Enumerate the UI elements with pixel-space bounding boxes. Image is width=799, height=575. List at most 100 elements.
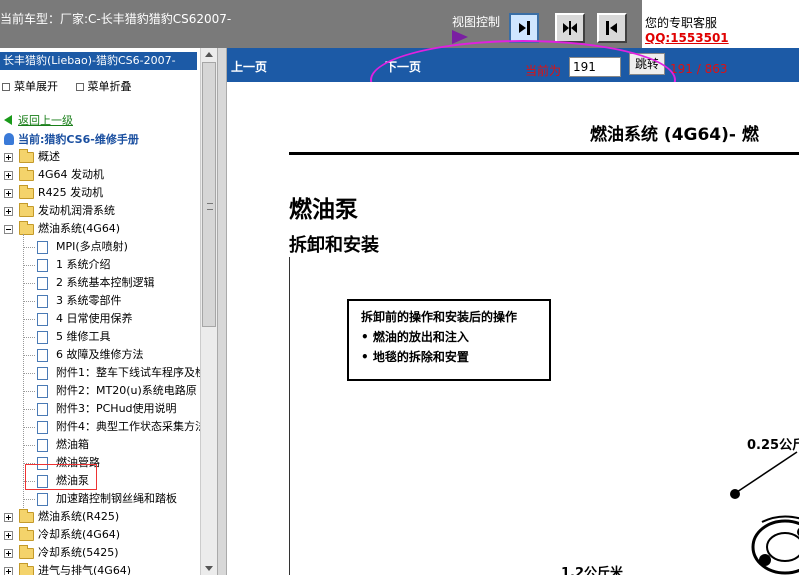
menu-collapse-button[interactable]: 菜单折叠 [88,80,132,93]
tree-item-label: 6 故障及维修方法 [56,348,144,361]
tree-folder-item[interactable]: 冷却系统(4G64) [0,526,200,544]
sidebar-scrollbar[interactable] [200,48,217,575]
expand-toggle-icon[interactable] [4,549,13,558]
current-manual: 当前:猎豹CS6-维修手册 [4,131,139,147]
tree-item-label: 5 维修工具 [56,330,111,343]
document-icon [37,493,48,506]
view-control-label: 视图控制 [452,15,501,29]
service-label: 您的专职客服 [645,16,718,30]
tree-item-label: R425 发动机 [38,186,104,199]
document-icon [37,349,48,362]
scroll-thumb[interactable] [202,62,216,327]
expand-toggle-icon[interactable] [4,153,13,162]
fuel-pump-drawing [730,451,799,575]
tree-doc-item[interactable]: 5 维修工具 [0,328,200,346]
tree-item-label: 发动机润滑系统 [38,204,115,217]
margin-rule [289,257,290,575]
tree-item-label: 3 系统零部件 [56,294,122,307]
expand-toggle-icon[interactable] [4,531,13,540]
tree-folder-item[interactable]: 发动机润滑系统 [0,202,200,220]
scroll-down-icon[interactable] [205,566,213,571]
tree-doc-item[interactable]: 4 日常使用保养 [0,310,200,328]
tree-doc-item[interactable]: 6 故障及维修方法 [0,346,200,364]
tree-folder-item[interactable]: 燃油系统(4G64) [0,220,200,238]
back-link-label: 返回上一级 [18,114,73,127]
document-page: 燃油系统 (4G64)- 燃 燃油泵 拆卸和安装 拆卸前的操作和安装后的操作 •… [227,82,799,575]
tree-doc-item[interactable]: 附件4：典型工作状态采集方法 [0,418,206,436]
tree-doc-item[interactable]: MPI(多点喷射) [0,238,200,256]
folder-icon [19,509,34,523]
tree-doc-item[interactable]: 2 系统基本控制逻辑 [0,274,200,292]
expand-toggle-icon[interactable] [4,207,13,216]
tree-doc-item[interactable]: 附件1：整车下线试车程序及检 [0,364,206,382]
car-model-label: 当前车型：厂家:C-长丰猎豹猎豹CS62007- [0,12,232,26]
tree-doc-item[interactable]: 附件2：MT20(u)系统电路原 [0,382,200,400]
tree-item-label: 4G64 发动机 [38,168,105,181]
tree-item-label: 附件4：典型工作状态采集方法 [56,420,206,433]
document-icon [37,277,48,290]
tree-item-label: 燃油系统(R425) [38,510,120,523]
document-icon [37,295,48,308]
document-icon [37,439,48,452]
pane-divider[interactable] [217,48,227,575]
tree-doc-item[interactable]: 燃油箱 [0,436,200,454]
doc-section-header: 燃油系统 (4G64)- 燃 [590,125,759,145]
tree-item-label: 燃油系统(4G64) [38,222,121,235]
folder-icon [19,167,34,181]
expand-toggle-icon[interactable] [4,171,13,180]
show-sidebar-button[interactable] [509,13,539,43]
collapse-icon [75,83,84,91]
user-icon [4,133,14,145]
document-icon [37,241,48,254]
panel-right-arrow-icon [519,21,530,35]
tree-connector [23,234,24,508]
tree-folder-item[interactable]: 4G64 发动机 [0,166,200,184]
expand-toggle-icon[interactable] [4,567,13,575]
note-item: • 燃油的放出和注入 [361,330,469,344]
tree-folder-item[interactable]: 概述 [0,148,200,166]
document-icon [37,385,48,398]
tree-item-label: 冷却系统(5425) [38,546,119,559]
tree-folder-item[interactable]: 冷却系统(5425) [0,544,200,562]
menu-expand-button[interactable]: 菜单展开 [14,80,58,93]
note-item: • 地毯的拆除和安置 [361,350,469,364]
back-arrow-icon [4,115,12,125]
tree-folder-item[interactable]: 进气与排气(4G64) [0,562,200,575]
document-icon [37,313,48,326]
tree-doc-item[interactable]: 1 系统介绍 [0,256,200,274]
prev-page-button[interactable]: 上一页 [231,58,267,75]
tree-item-label: 附件1：整车下线试车程序及检 [56,366,206,379]
document-icon [37,421,48,434]
tree-doc-item[interactable]: 3 系统零部件 [0,292,200,310]
scroll-up-icon[interactable] [205,52,213,57]
collapse-toggle-icon[interactable] [4,225,13,234]
tree-folder-item[interactable]: 燃油系统(R425) [0,508,200,526]
expand-icon [2,83,10,91]
tree-doc-item[interactable]: 附件3：PCHud使用说明 [0,400,200,418]
tree-doc-item[interactable]: 加速踏控制钢丝绳和踏板 [0,490,200,508]
folder-icon [19,185,34,199]
qq-link[interactable]: QQ:1553501 [645,31,729,45]
tree-folder-item[interactable]: R425 发动机 [0,184,200,202]
back-link[interactable]: 返回上一级 [4,112,73,128]
expand-toggle-icon[interactable] [4,189,13,198]
sidebar-title: 长丰猎豹(Liebao)-猎豹CS6-2007- [0,52,197,70]
torque-label: 1.2公斤米 [561,566,624,575]
folder-icon [19,203,34,217]
note-box: 拆卸前的操作和安装后的操作 • 燃油的放出和注入 • 地毯的拆除和安置 [347,299,551,381]
folder-icon [19,149,34,163]
selected-item-highlight [25,464,97,490]
tree-item-label: 进气与排气(4G64) [38,564,132,575]
top-bar: 当前车型：厂家:C-长丰猎豹猎豹CS62007- 视图控制 您的专职客服 QQ:… [0,0,799,60]
sidebar: 长丰猎豹(Liebao)-猎豹CS6-2007- 菜单展开 菜单折叠 返回上一级… [0,48,217,575]
tree-item-label: 附件3：PCHud使用说明 [56,402,177,415]
document-icon [37,367,48,380]
tree-item-label: 附件2：MT20(u)系统电路原 [56,384,197,397]
doc-title: 燃油泵 [289,196,358,223]
hide-sidebar-button[interactable] [597,13,627,43]
folder-icon [19,563,34,575]
expand-toggle-icon[interactable] [4,513,13,522]
menu-controls: 菜单展开 菜单折叠 [2,78,146,94]
tree-item-label: 加速踏控制钢丝绳和踏板 [56,492,177,505]
split-view-button[interactable] [555,13,585,43]
